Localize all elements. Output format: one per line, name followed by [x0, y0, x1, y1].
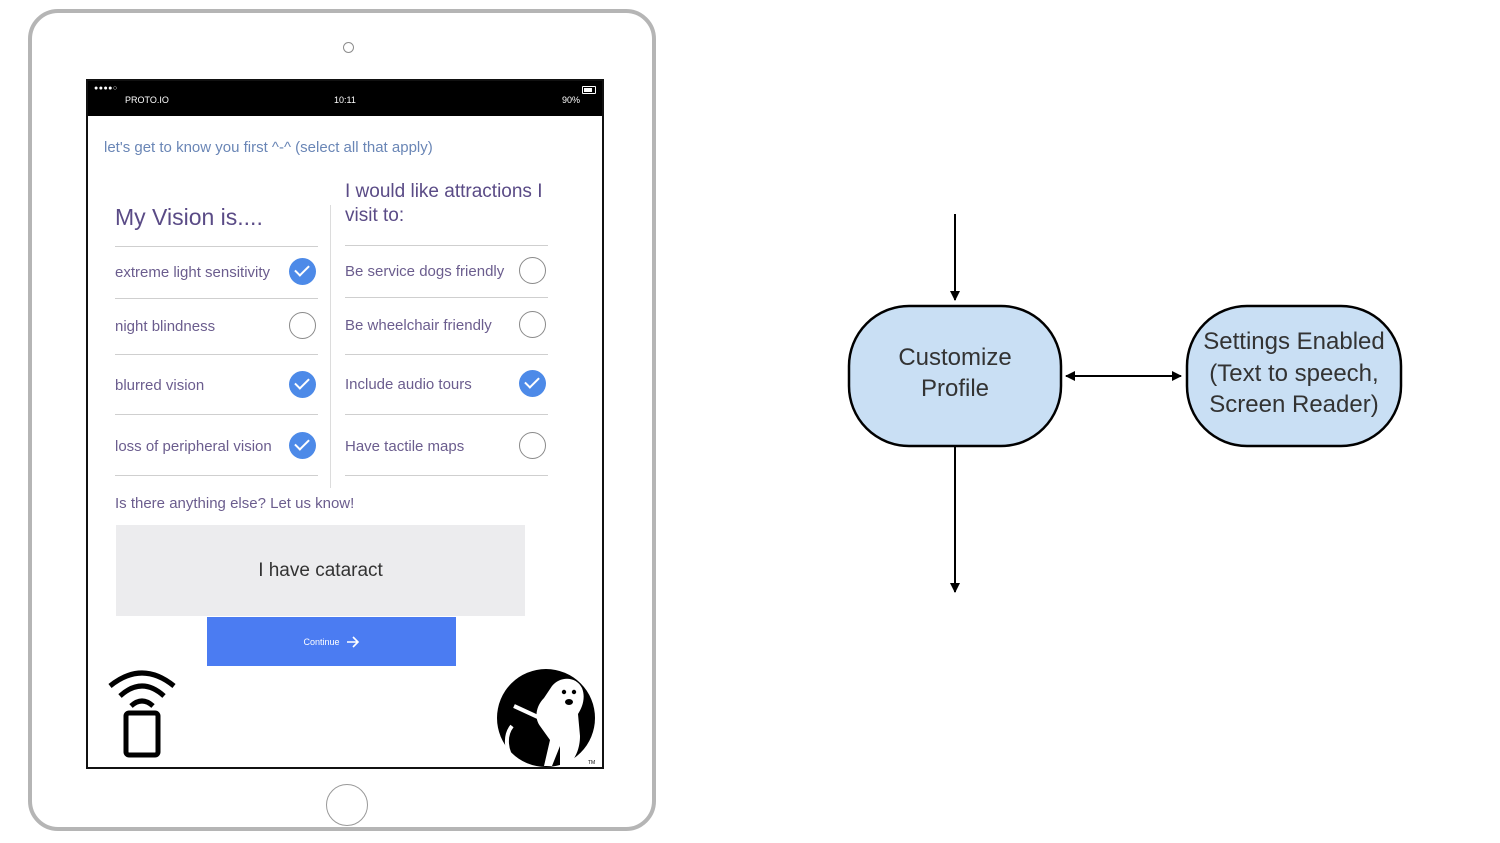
- node-label: Profile: [921, 375, 989, 402]
- node-label: Customize: [898, 344, 1011, 371]
- node-label: Settings Enabled: [1203, 328, 1384, 355]
- node-customize-profile: Customize Profile: [847, 304, 1063, 448]
- flowchart: Customize Profile Settings Enabled (Text…: [847, 214, 1403, 593]
- node-settings-enabled: Settings Enabled (Text to speech, Screen…: [1185, 304, 1403, 448]
- node-label: Screen Reader): [1209, 391, 1378, 418]
- node-label: (Text to speech,: [1209, 360, 1378, 387]
